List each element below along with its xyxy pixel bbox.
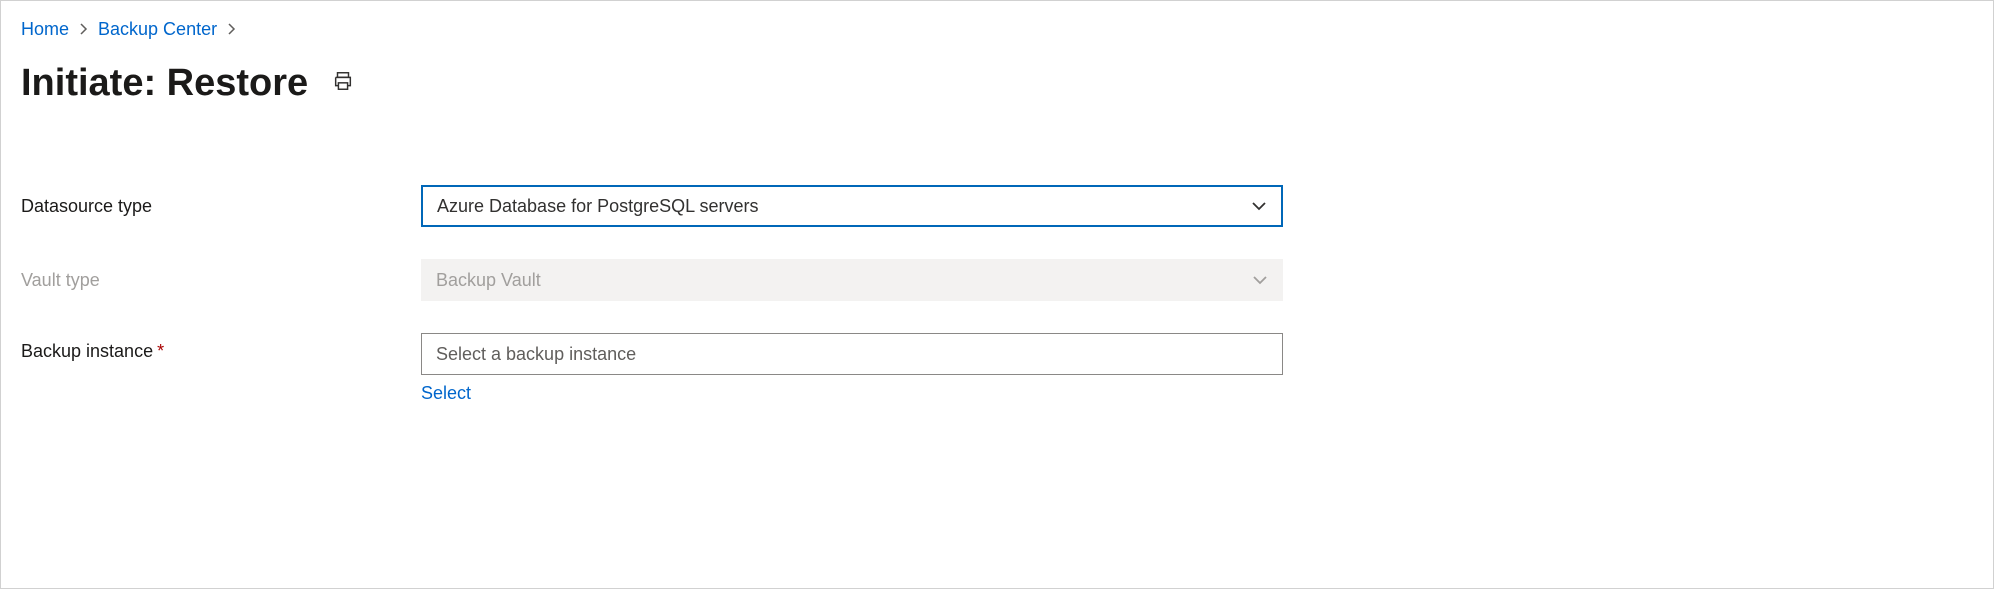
- breadcrumb: Home Backup Center: [21, 19, 1973, 40]
- datasource-type-select[interactable]: Azure Database for PostgreSQL servers: [421, 185, 1283, 227]
- select-backup-instance-link[interactable]: Select: [421, 383, 471, 404]
- chevron-down-icon: [1252, 272, 1268, 288]
- vault-type-value: Backup Vault: [436, 270, 541, 291]
- datasource-type-value: Azure Database for PostgreSQL servers: [437, 196, 758, 217]
- chevron-right-icon: [227, 22, 236, 38]
- backup-instance-label: Backup instance*: [21, 333, 421, 362]
- chevron-right-icon: [79, 22, 88, 38]
- vault-type-label: Vault type: [21, 270, 421, 291]
- chevron-down-icon: [1251, 198, 1267, 214]
- vault-type-select: Backup Vault: [421, 259, 1283, 301]
- page-title: Initiate: Restore: [21, 62, 308, 105]
- print-icon[interactable]: [332, 70, 354, 97]
- backup-instance-input[interactable]: Select a backup instance: [421, 333, 1283, 375]
- datasource-type-label: Datasource type: [21, 196, 421, 217]
- breadcrumb-backup-center-link[interactable]: Backup Center: [98, 19, 217, 40]
- required-indicator: *: [157, 341, 164, 361]
- backup-instance-placeholder: Select a backup instance: [436, 344, 636, 365]
- breadcrumb-home-link[interactable]: Home: [21, 19, 69, 40]
